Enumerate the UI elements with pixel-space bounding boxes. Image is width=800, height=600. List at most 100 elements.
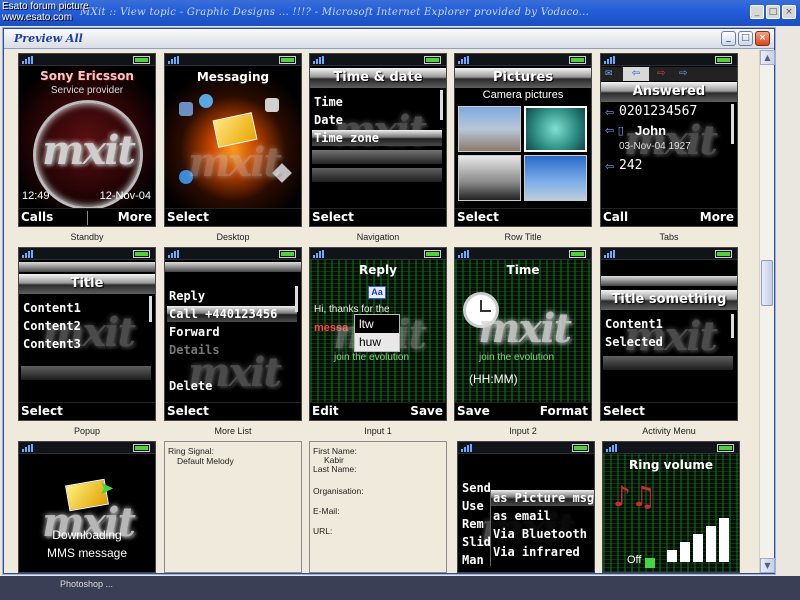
ring-volume-preview[interactable]: Ring volume ♪♫ Off (602, 441, 740, 573)
list-item[interactable]: Forward (167, 324, 297, 340)
softkey-right[interactable]: More (700, 210, 734, 224)
softkey-bar: Calls More (19, 208, 155, 226)
softkey-left[interactable]: Select (457, 210, 499, 224)
navigation-preview[interactable]: Time & date mxit Time Date Time zone Sel… (309, 53, 447, 227)
browser-title: MXit :: View topic - Graphic Designs ...… (80, 7, 590, 18)
thumbnail[interactable] (458, 155, 521, 201)
send-menu-preview[interactable]: mxit Send Use Rem Slid Man as Picture ms… (457, 441, 595, 573)
softkey-bar: Save Format (455, 402, 591, 420)
download-line1: Downloading (52, 528, 122, 542)
thumbnail-selected[interactable] (524, 106, 587, 152)
list-item[interactable]: Reply (167, 288, 297, 304)
call-number[interactable]: 0201234567 (619, 104, 697, 119)
softkey-left[interactable]: Save (457, 404, 490, 418)
incoming-call-icon: ⇦ (605, 106, 615, 119)
call-name[interactable]: John (635, 123, 666, 138)
scrollbar[interactable] (295, 286, 298, 312)
maximize-icon[interactable]: □ (766, 5, 780, 19)
scrollbar[interactable] (440, 90, 443, 120)
input-mode-badge[interactable]: Aa (368, 286, 386, 299)
softkey-left[interactable]: Calls (21, 210, 53, 224)
activity-menu-preview[interactable]: Title something mxit Content1 Selected S… (600, 247, 738, 421)
list-item[interactable]: Details (167, 342, 297, 358)
scrollbar[interactable] (731, 104, 734, 144)
close-button[interactable]: × (755, 31, 770, 46)
softkey-divider (87, 211, 88, 225)
ring-signal-value[interactable]: Default Melody (177, 456, 234, 466)
softkey-left[interactable]: Call (603, 210, 628, 224)
dialog-title-bar[interactable]: Preview All _ □ × (4, 29, 774, 49)
volume-bars[interactable] (667, 518, 729, 562)
softkey-left[interactable]: Select (167, 404, 209, 418)
signal-icon (313, 56, 324, 64)
send-option[interactable]: as email (491, 508, 594, 524)
menu-item-selected[interactable]: Time zone (312, 130, 442, 146)
taskbar-photoshop[interactable]: Photoshop ... (60, 579, 113, 589)
scroll-down-icon[interactable]: ▼ (760, 558, 775, 573)
popup-item[interactable]: Content3 (21, 336, 151, 352)
tab-dialled-icon[interactable]: ⇨ (679, 68, 687, 79)
tab-missed-icon[interactable]: ⇨ (657, 68, 665, 79)
list-item[interactable]: Delete (167, 378, 297, 394)
thumbnail[interactable] (458, 106, 521, 152)
input2-preview[interactable]: Time mxit join the evolution (HH:MM) Sav… (454, 247, 592, 421)
popup-item[interactable]: Content1 (21, 300, 151, 316)
time-tagline: join the evolution (479, 352, 555, 363)
softkey-left[interactable]: Select (603, 404, 645, 418)
popup-preview[interactable]: Title mxit Content1 Content2 Content3 Se… (18, 247, 156, 421)
signal-icon (604, 56, 615, 64)
minimize-icon[interactable]: _ (750, 5, 764, 19)
scroll-thumb[interactable] (761, 260, 773, 306)
softkey-right[interactable]: Save (410, 404, 443, 418)
softkey-left[interactable]: Edit (312, 404, 339, 418)
desktop-preview[interactable]: Messaging mxit Select (164, 53, 302, 227)
suggestion-option[interactable]: ltw (355, 315, 399, 333)
browser-title-bar: MXit :: View topic - Graphic Designs ...… (0, 0, 800, 26)
row-title-preview[interactable]: Pictures Camera pictures Select (454, 53, 592, 227)
scroll-up-icon[interactable]: ▲ (760, 50, 775, 65)
popup-item[interactable]: Content2 (21, 318, 151, 334)
suggestion-option-selected[interactable]: huw (355, 333, 399, 351)
softkey-left[interactable]: Select (167, 210, 209, 224)
scrollbar[interactable] (731, 314, 734, 338)
menu-item[interactable]: Time (312, 94, 442, 110)
status-bar (601, 248, 737, 260)
download-preview[interactable]: ➤ mxit Downloading MMS message (18, 441, 156, 573)
standby-preview[interactable]: Sony Ericsson Service provider mxit 12:4… (18, 53, 156, 227)
activity-menu-item-selected[interactable]: Selected (603, 334, 733, 350)
last-name-label: Last Name: (313, 464, 357, 474)
softkey-right[interactable]: Format (540, 404, 588, 418)
tab-strip: ✉ ⇦ ⇨ ⇨ (601, 67, 737, 81)
input1-title: Reply (359, 263, 397, 277)
input1-preview[interactable]: Reply Aa Hi, thanks for the messa join t… (309, 247, 447, 421)
list-item-selected[interactable]: Call +440123456 (167, 306, 297, 322)
send-option[interactable]: Via infrared (491, 544, 594, 560)
battery-icon (715, 250, 732, 258)
send-option[interactable]: Via Bluetooth (491, 526, 594, 542)
more-list-preview[interactable]: mxit Reply Call +440123456 Forward Detai… (164, 247, 302, 421)
thumbnail[interactable] (524, 155, 587, 201)
menu-item[interactable]: Date (312, 112, 442, 128)
caption-input2: Input 2 (509, 426, 537, 436)
caption-activity-menu: Activity Menu (642, 426, 696, 436)
softkey-left[interactable]: Select (21, 404, 63, 418)
softkey-left[interactable]: Select (312, 210, 354, 224)
music-note-icon: ♪♫ (613, 480, 656, 513)
call-extra[interactable]: 242 (619, 158, 642, 173)
close-icon[interactable]: × (782, 5, 796, 19)
time-format-hint[interactable]: (HH:MM) (469, 372, 518, 386)
tab-answered-icon[interactable]: ⇦ (623, 67, 649, 81)
scrollbar[interactable] (149, 296, 152, 322)
activity-menu-item[interactable]: Content1 (603, 316, 733, 332)
softkey-right[interactable]: More (118, 210, 152, 224)
status-bar (455, 54, 591, 66)
url-label: URL: (313, 526, 333, 536)
contact-form-preview[interactable]: First Name: Kabir Last Name: Organisatio… (309, 441, 447, 573)
tab-phone-icon[interactable]: ✉ (605, 69, 613, 79)
dialog-vertical-scrollbar[interactable]: ▲ ▼ (759, 50, 775, 573)
maximize-button[interactable]: □ (738, 31, 753, 46)
send-option-selected[interactable]: as Picture msg (491, 490, 594, 506)
minimize-button[interactable]: _ (721, 31, 736, 46)
ring-signal-preview[interactable]: Ring Signal: Default Melody (164, 441, 302, 573)
tabs-preview[interactable]: ✉ ⇦ ⇨ ⇨ Answered mxit ⇦ 0201234567 ⇦ ▯ J… (600, 53, 738, 227)
